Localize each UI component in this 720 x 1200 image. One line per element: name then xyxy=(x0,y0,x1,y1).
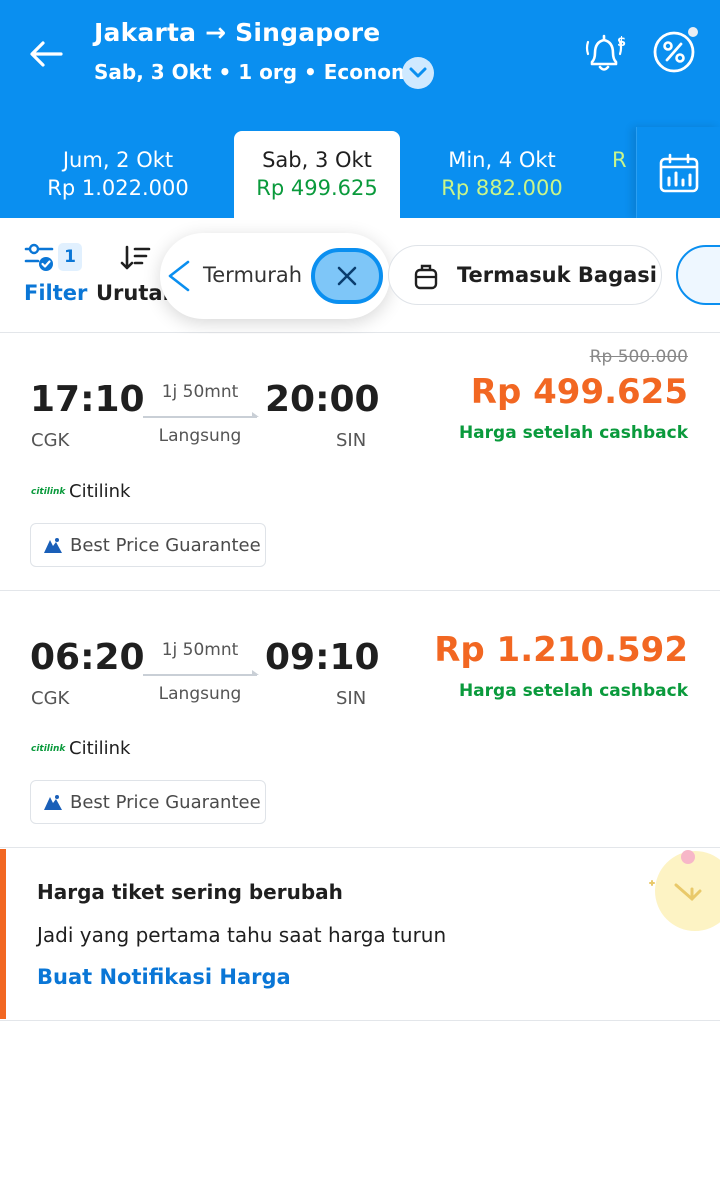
date-tab-price: Rp 1.022.000 xyxy=(47,176,189,200)
departure-airport: CGK xyxy=(31,430,70,451)
notification-dot xyxy=(686,25,700,39)
best-price-label: Best Price Guarantee xyxy=(70,535,261,556)
cashback-note: Harga setelah cashback xyxy=(458,423,688,443)
luggage-icon xyxy=(414,264,438,290)
best-price-icon xyxy=(44,795,62,810)
flight-stops: Langsung xyxy=(158,426,242,446)
cashback-note: Harga setelah cashback xyxy=(458,681,688,701)
banner-accent-bar xyxy=(0,849,6,1019)
flight-stops: Langsung xyxy=(158,684,242,704)
arrival-time: 09:10 xyxy=(265,637,380,678)
calendar-chart-icon xyxy=(659,153,698,192)
airline-name: Citilink xyxy=(69,738,131,759)
date-tab-label: Jum, 2 Okt xyxy=(62,148,174,172)
date-tab-price: R xyxy=(612,148,627,172)
sort-chip-label: Termurah xyxy=(203,263,303,287)
filter-sliders-icon xyxy=(24,243,54,271)
sort-icon xyxy=(120,245,151,270)
flight-price: Rp 499.625 xyxy=(470,372,688,412)
date-tab-price: Rp 882.000 xyxy=(441,176,563,200)
departure-time: 17:10 xyxy=(30,379,145,420)
date-tab-selected[interactable]: Sab, 3 Okt Rp 499.625 xyxy=(234,131,400,218)
original-price: Rp 500.000 xyxy=(589,347,688,367)
flight-card[interactable]: 06:20 CGK 1j 50mnt Langsung 09:10 SIN Rp… xyxy=(0,592,720,848)
close-icon xyxy=(337,266,357,286)
back-arrow-icon xyxy=(30,41,63,67)
clear-sort-button[interactable] xyxy=(311,248,383,304)
best-price-icon xyxy=(44,538,62,553)
filter-label: Filter xyxy=(24,281,88,305)
calendar-button[interactable] xyxy=(636,127,720,218)
route-line xyxy=(143,412,259,418)
arrival-airport: SIN xyxy=(336,430,367,451)
airline-logo: citilink xyxy=(31,744,66,754)
price-alert-bell-icon: $ xyxy=(585,34,626,71)
best-price-label: Best Price Guarantee xyxy=(70,792,261,813)
flight-duration: 1j 50mnt xyxy=(161,382,239,402)
banner-title: Harga tiket sering berubah xyxy=(37,880,343,904)
svg-text:$: $ xyxy=(617,35,626,50)
price-drop-illustration-icon xyxy=(649,850,720,931)
arrival-time: 20:00 xyxy=(265,379,380,420)
trip-summary-toggle[interactable] xyxy=(402,57,434,89)
date-tab-next[interactable]: Min, 4 Okt Rp 882.000 xyxy=(419,131,585,218)
date-tab-label: Sab, 3 Okt xyxy=(262,148,372,172)
date-tab-partial[interactable]: R xyxy=(612,131,636,218)
create-price-alert-link[interactable]: Buat Notifikasi Harga xyxy=(37,965,291,989)
price-alert-banner: Harga tiket sering berubah Jadi yang per… xyxy=(0,849,720,1021)
trip-summary[interactable]: Sab, 3 Okt • 1 org • Economy xyxy=(94,60,425,84)
flight-price: Rp 1.210.592 xyxy=(434,630,688,670)
departure-airport: CGK xyxy=(31,688,70,709)
baggage-chip-label: Termasuk Bagasi xyxy=(457,263,657,287)
flight-duration: 1j 50mnt xyxy=(161,640,239,660)
best-price-badge: Best Price Guarantee xyxy=(30,523,266,567)
arrival-airport: SIN xyxy=(336,688,367,709)
back-button[interactable] xyxy=(24,32,68,76)
date-tab-label: Min, 4 Okt xyxy=(448,148,556,172)
banner-description: Jadi yang pertama tahu saat harga turun xyxy=(37,923,447,947)
flight-card[interactable]: 17:10 CGK 1j 50mnt Langsung 20:00 SIN Rp… xyxy=(0,334,720,591)
route-title: Jakarta → Singapore xyxy=(94,18,381,47)
date-tab-prev[interactable]: Jum, 2 Okt Rp 1.022.000 xyxy=(35,131,201,218)
sort-selection-chip: Termurah xyxy=(160,233,390,319)
departure-time: 06:20 xyxy=(30,637,145,678)
airline-logo: citilink xyxy=(31,487,66,497)
price-alert-button[interactable]: $ xyxy=(582,28,630,76)
app-header: Jakarta → Singapore Sab, 3 Okt • 1 org •… xyxy=(0,0,720,218)
filter-count-badge: 1 xyxy=(58,243,82,271)
filter-button[interactable]: 1 Filter xyxy=(22,240,88,310)
airline-name: Citilink xyxy=(69,481,131,502)
date-tab-price: Rp 499.625 xyxy=(256,176,378,200)
baggage-filter-chip[interactable]: Termasuk Bagasi xyxy=(388,245,662,305)
route-line xyxy=(143,670,259,676)
chevron-down-icon xyxy=(409,67,427,78)
best-price-badge: Best Price Guarantee xyxy=(30,780,266,824)
chevron-left-icon xyxy=(168,260,190,292)
